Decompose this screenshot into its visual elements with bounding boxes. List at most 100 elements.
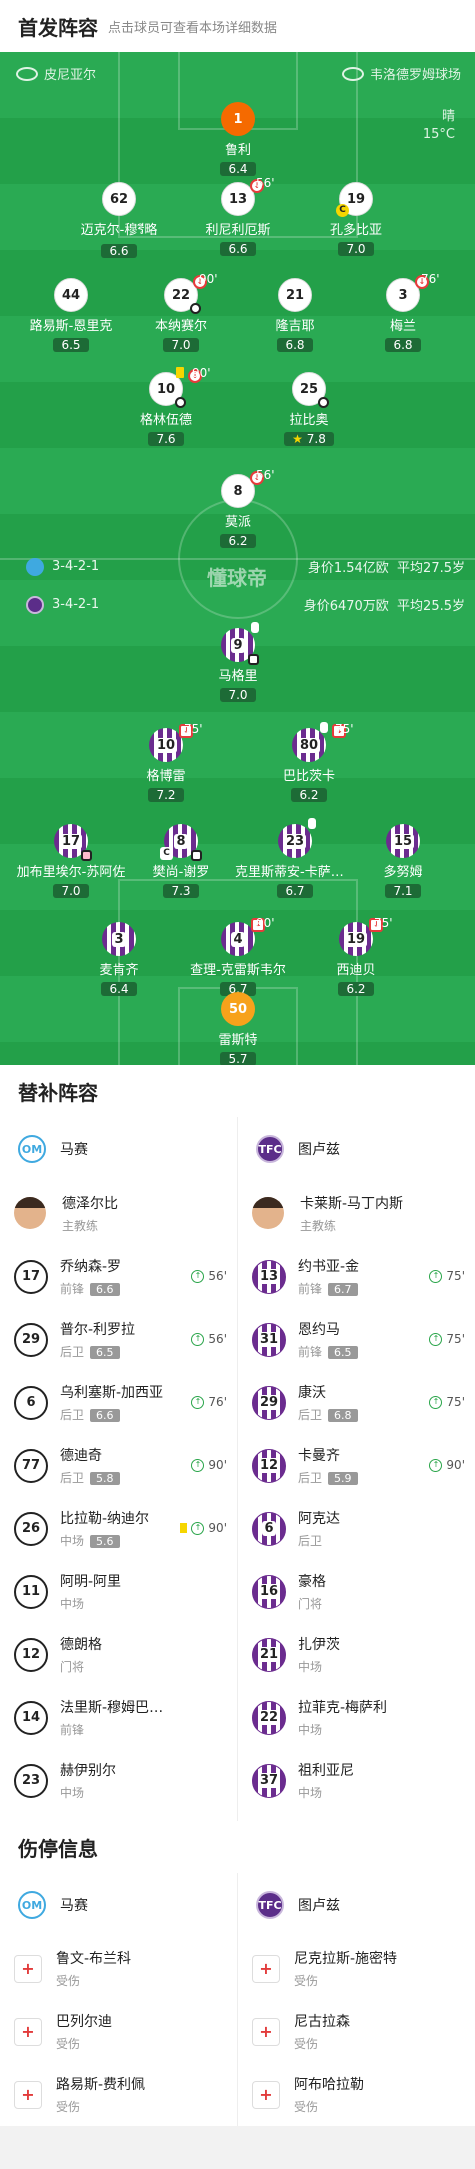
sub-row[interactable]: 29 康沃 后卫 6.8 ↑ 75': [238, 1371, 475, 1434]
assist-icon: [81, 850, 92, 861]
player-avatar: 50: [221, 992, 255, 1026]
player-card[interactable]: 4 ↓ 90' 查理-克雷斯韦尔 6.7: [178, 916, 298, 997]
player-name: 拉比奥: [289, 413, 329, 428]
injury-status: 受伤: [56, 2037, 81, 2051]
player-card[interactable]: 8 ↓ 56' 莫派 6.2: [178, 468, 298, 549]
sub-row[interactable]: 17 乔纳森-罗 前锋 6.6 ↑ 56': [0, 1245, 237, 1308]
toulouse-logo-icon: TFC: [256, 1891, 284, 1919]
sub-number: 6: [252, 1511, 286, 1546]
player-card[interactable]: 17 加布里埃尔-苏阿佐 7.0: [11, 824, 131, 899]
player-avatar: 80 ↓: [292, 722, 346, 762]
player-card[interactable]: 44 路易斯-恩里克 6.5: [11, 278, 131, 353]
away-injuries: TFC 图卢兹 + 尼克拉斯-施密特 受伤 + 尼古拉森 受伤 + 阿布哈拉勒 受伤: [238, 1873, 475, 2126]
yellow-card-icon: [308, 818, 316, 829]
sub-number: 12: [252, 1448, 286, 1483]
coach-row[interactable]: 德泽尔比 主教练: [0, 1181, 237, 1245]
ball-icon: [175, 397, 186, 408]
player-card[interactable]: 8 C 樊尚-谢罗 7.3: [121, 824, 241, 899]
player-card[interactable]: 50 雷斯特 5.7: [178, 992, 298, 1065]
player-name: 格林伍德: [139, 413, 192, 428]
player-card[interactable]: 62 迈克尔-穆รี略 6.6: [59, 182, 179, 259]
player-avatar: 44: [54, 278, 88, 312]
injury-row[interactable]: + 路易斯-费利佩 受伤: [0, 2063, 237, 2126]
sub-position: 后卫: [298, 1408, 323, 1422]
sub-row[interactable]: 6 阿克达 后卫: [238, 1497, 475, 1560]
sub-number: 6: [14, 1385, 48, 1420]
sub-name: 恩约马: [298, 1322, 340, 1338]
injury-row[interactable]: + 巴列尔迪 受伤: [0, 2000, 237, 2063]
player-card[interactable]: 80 ↓ 75' 巴比茨卡 6.2: [249, 722, 369, 803]
injured-player-name: 阿布哈拉勒: [294, 2077, 364, 2093]
sub-name: 拉菲克-梅萨利: [298, 1700, 388, 1716]
injured-player-name: 尼古拉森: [294, 2014, 350, 2030]
section-title: 伤停信息: [18, 1836, 98, 1861]
yellow-card-icon: [180, 1523, 188, 1533]
injury-row[interactable]: + 鲁文-布兰科 受伤: [0, 1937, 237, 2000]
player-card[interactable]: 19 C 孔多比亚 7.0: [296, 182, 416, 257]
coach-name: 德泽尔比: [62, 1195, 118, 1212]
player-avatar: 23: [278, 818, 316, 858]
injury-row[interactable]: + 尼古拉森 受伤: [238, 2000, 475, 2063]
away-subs: TFC 图卢兹 卡莱斯-马丁内斯 主教练 13 约书亚-金 前锋 6.7 ↑ 75' 31 恩约…: [238, 1117, 475, 1812]
yellow-card-icon: [251, 622, 259, 633]
section-title: 替补阵容: [18, 1080, 98, 1105]
player-card[interactable]: 21 隆吉耶 6.8: [235, 278, 355, 353]
injured-player-name: 尼克拉斯-施密特: [294, 1951, 398, 1967]
sub-row[interactable]: 77 德迪奇 后卫 5.8 ↑ 90': [0, 1434, 237, 1497]
sub-row[interactable]: 31 恩约马 前锋 6.5 ↑ 75': [238, 1308, 475, 1371]
sub-minute: 75': [335, 722, 354, 736]
home-avg-age: 平均27.5岁: [397, 561, 465, 576]
player-card[interactable]: 25 拉比奥 ★ 7.8: [249, 372, 369, 447]
sub-row[interactable]: 16 豪格 门将: [238, 1560, 475, 1623]
player-card[interactable]: 13 ↓ 56' 利尼利厄斯 6.6: [178, 176, 298, 257]
sub-row[interactable]: 6 乌利塞斯-加西亚 后卫 6.6 ↑ 76': [0, 1371, 237, 1434]
sub-in-icon: ↑: [429, 1269, 443, 1283]
team-name: 马赛: [60, 1142, 88, 1158]
sub-number: 37: [252, 1763, 286, 1798]
coach-row[interactable]: 卡莱斯-马丁内斯 主教练: [238, 1181, 475, 1245]
player-card[interactable]: 9 马格里 7.0: [178, 622, 298, 703]
sub-in-icon: ↑: [191, 1458, 205, 1472]
sub-row[interactable]: 13 约书亚-金 前锋 6.7 ↑ 75': [238, 1245, 475, 1308]
sub-row[interactable]: 22 拉菲克-梅萨利 中场: [238, 1686, 475, 1749]
sub-minute: 90': [192, 366, 211, 380]
player-card[interactable]: 15 多努姆 7.1: [343, 824, 463, 899]
sub-number: 29: [252, 1385, 286, 1420]
subs-header: 替补阵容: [0, 1065, 475, 1117]
medical-kit-icon: +: [14, 2017, 42, 2046]
sub-number: 11: [14, 1574, 48, 1609]
sub-row[interactable]: 14 法里斯-穆姆巴尼亚 前锋: [0, 1686, 237, 1749]
section-subtitle: 点击球员可查看本场详细数据: [108, 20, 278, 36]
sub-position: 后卫: [298, 1471, 323, 1485]
player-card[interactable]: 10 ↓ 75' 格博雷 7.2: [106, 722, 226, 803]
injury-row[interactable]: + 阿布哈拉勒 受伤: [238, 2063, 475, 2126]
sub-row[interactable]: 12 卡曼齐 后卫 5.9 ↑ 90': [238, 1434, 475, 1497]
section-title: 首发阵容: [18, 15, 98, 40]
player-card[interactable]: 1 鲁利 6.4: [178, 102, 298, 177]
player-card[interactable]: 3 麦肯齐 6.4: [59, 922, 179, 997]
sub-row[interactable]: 26 比拉勒-纳迪尔 中场 5.6 ↑ 90': [0, 1497, 237, 1560]
sub-row[interactable]: 12 德朗格 门将: [0, 1623, 237, 1686]
sub-number: 14: [14, 1700, 48, 1735]
player-card[interactable]: 22 ↓ 90' 本纳赛尔 7.0: [121, 272, 241, 353]
team-row: TFC 图卢兹: [238, 1873, 475, 1937]
sub-row[interactable]: 29 普尔-利罗拉 后卫 6.5 ↑ 56': [0, 1308, 237, 1371]
player-card[interactable]: 23 克里斯蒂安-卡萨雷斯 6.7: [235, 818, 355, 899]
player-avatar: 17: [54, 824, 92, 861]
sub-rating: 6.7: [328, 1283, 358, 1296]
ball-icon: [191, 850, 202, 861]
player-rating: 7.0: [220, 688, 256, 702]
player-card[interactable]: 19 ↓ 75' 西迪贝 6.2: [296, 916, 416, 997]
lineup-header: 首发阵容 点击球员可查看本场详细数据: [0, 0, 475, 52]
player-card[interactable]: 10 ↓ 90' 格林伍德 7.6: [106, 366, 226, 447]
sub-row[interactable]: 21 扎伊茨 中场: [238, 1623, 475, 1686]
sub-in-icon: ↑: [191, 1521, 205, 1535]
sub-row[interactable]: 37 祖利亚尼 中场: [238, 1749, 475, 1812]
sub-row[interactable]: 11 阿明-阿里 中场: [0, 1560, 237, 1623]
team-icon: [16, 66, 38, 81]
injury-row[interactable]: + 尼克拉斯-施密特 受伤: [238, 1937, 475, 2000]
player-card[interactable]: 3 ↓ 76' 梅兰 6.8: [343, 272, 463, 353]
player-name: 隆吉耶: [275, 319, 315, 334]
sub-row[interactable]: 23 赫伊别尔 中场: [0, 1749, 237, 1812]
sub-name: 法里斯-穆姆巴尼亚: [60, 1700, 172, 1716]
